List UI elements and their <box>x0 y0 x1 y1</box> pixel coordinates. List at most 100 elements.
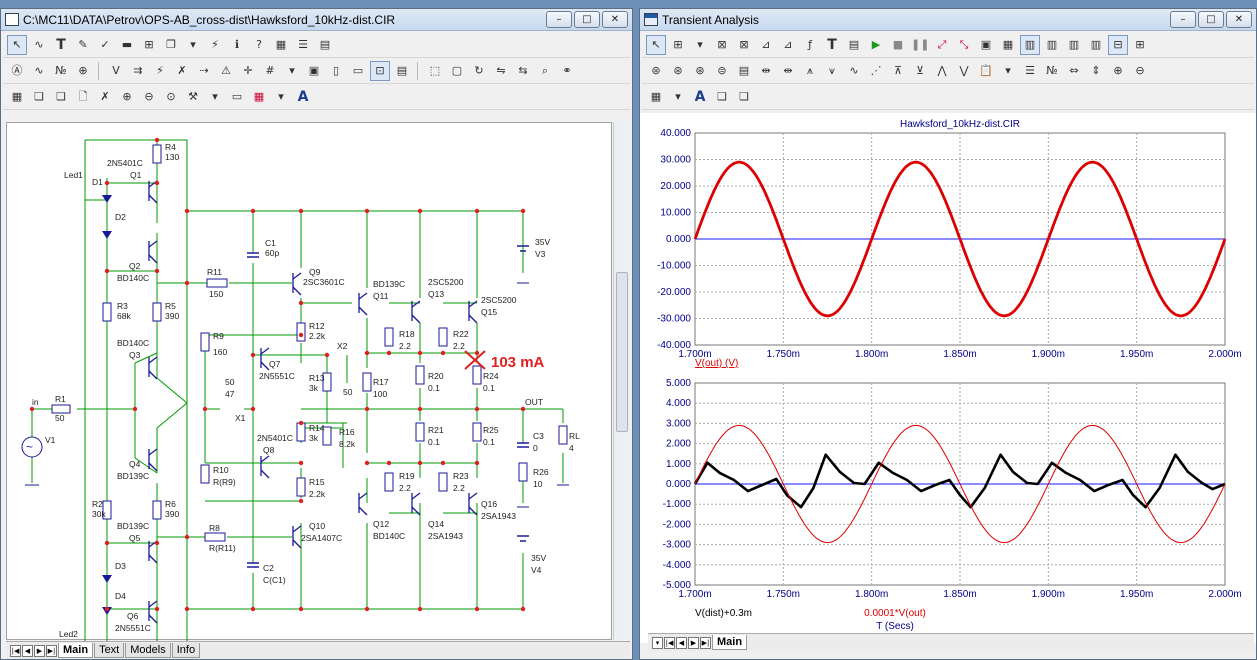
dropdown-icon[interactable]: ▾ <box>205 87 225 107</box>
inflection-icon[interactable]: ∿ <box>844 61 864 81</box>
tab-main[interactable]: Main <box>58 643 94 658</box>
border-icon[interactable]: ▣ <box>976 35 996 55</box>
close-button[interactable]: ✕ <box>1226 11 1252 28</box>
dropdown-icon[interactable]: ▾ <box>183 35 203 55</box>
select-arrow-icon[interactable]: ↖ <box>7 35 27 55</box>
grid-icon[interactable]: ▦ <box>271 35 291 55</box>
text-tool-icon[interactable]: T <box>822 35 842 55</box>
stack2-icon[interactable]: ❏ <box>734 87 754 107</box>
schematic-vertical-scrollbar[interactable] <box>613 122 629 640</box>
prev-page-button[interactable]: ◀ <box>22 644 33 657</box>
list-icon[interactable]: ☰ <box>293 35 313 55</box>
schematic-canvas[interactable]: ~ R4 130 2N5401C Q1 Led1 D1 D2 Q2 BD140C… <box>6 122 612 643</box>
cursor2-icon[interactable]: ⊿ <box>778 35 798 55</box>
info-icon[interactable]: ℹ <box>227 35 247 55</box>
node-numbers-icon[interactable]: № <box>51 61 71 81</box>
zoom-y-icon[interactable]: ⊛ <box>668 61 688 81</box>
zoom-in-icon[interactable]: ⊕ <box>1108 61 1128 81</box>
grid-icon[interactable]: ▦ <box>998 35 1018 55</box>
grid-dots-icon[interactable]: # <box>260 61 280 81</box>
layer-icon[interactable]: ▭ <box>227 87 247 107</box>
layout4-icon[interactable]: ▥ <box>1086 35 1106 55</box>
maximize-button[interactable]: □ <box>574 11 600 28</box>
first-page-button[interactable]: |◀ <box>10 644 21 657</box>
attr-a-icon[interactable]: Ⓐ <box>7 61 27 81</box>
current-icon[interactable]: ⇉ <box>128 61 148 81</box>
mirror-icon[interactable]: ⇋ <box>491 61 511 81</box>
calculator-icon[interactable]: ▦ <box>7 87 27 107</box>
zoom-xy-icon[interactable]: ⊛ <box>690 61 710 81</box>
run-icon[interactable]: ▶ <box>866 35 886 55</box>
slope-icon[interactable]: ⋰ <box>866 61 886 81</box>
flip-icon[interactable]: ⇆ <box>513 61 533 81</box>
tab-models[interactable]: Models <box>125 643 171 658</box>
page-icon[interactable]: ▯ <box>326 61 346 81</box>
zoom-x-icon[interactable]: ⊛ <box>646 61 666 81</box>
copy-icon[interactable]: ❐ <box>161 35 181 55</box>
properties-icon[interactable]: ▤ <box>844 35 864 55</box>
grid-dots-icon[interactable]: ⊞ <box>1130 35 1150 55</box>
bottom-icon[interactable]: ⋁ <box>954 61 974 81</box>
layout2-icon[interactable]: ▥ <box>1042 35 1062 55</box>
table-icon[interactable]: ▤ <box>734 61 754 81</box>
maximize-button[interactable]: □ <box>1198 11 1224 28</box>
calculator-icon[interactable]: ▦ <box>646 87 666 107</box>
fit-width-icon[interactable]: ⇔ <box>1064 61 1084 81</box>
dropdown-icon[interactable]: ▾ <box>652 636 663 649</box>
rotate-icon[interactable]: ↻ <box>469 61 489 81</box>
layout3-icon[interactable]: ▥ <box>1064 35 1084 55</box>
tab-info[interactable]: Info <box>171 643 201 658</box>
next-page-button[interactable]: ▶ <box>34 644 45 657</box>
layout-icon[interactable]: ▥ <box>1020 35 1040 55</box>
dropdown-icon[interactable]: ▾ <box>668 87 688 107</box>
fx-icon[interactable]: ƒ <box>800 35 820 55</box>
find-icon[interactable]: ⌕ <box>535 61 555 81</box>
border-icon[interactable]: ▣ <box>304 61 324 81</box>
top-icon[interactable]: ⋀ <box>932 61 952 81</box>
stepping-icon[interactable]: ⤢ <box>932 35 952 55</box>
component-icon[interactable]: ⊞ <box>668 35 688 55</box>
cursor-icon[interactable]: ⊿ <box>756 35 776 55</box>
prev-page-button[interactable]: ◀ <box>676 636 687 649</box>
power-icon[interactable]: ⚡ <box>150 61 170 81</box>
checkmark-icon[interactable]: ✓ <box>95 35 115 55</box>
plot-area[interactable]: 1.700m 1.750m 1.800m 1.850m 1.900m 1.950m 2.00… <box>640 113 1257 643</box>
next-page-button[interactable]: ▶ <box>688 636 699 649</box>
scale2-icon[interactable]: ⊠ <box>734 35 754 55</box>
properties-icon[interactable]: ▤ <box>315 35 335 55</box>
valley-icon[interactable]: ⇹ <box>778 61 798 81</box>
pause-icon[interactable]: ❚❚ <box>910 35 930 55</box>
list-icon[interactable]: ☰ <box>1020 61 1040 81</box>
last-page-button[interactable]: ▶| <box>700 636 711 649</box>
tab-text[interactable]: Text <box>94 643 125 658</box>
binoculars-icon[interactable]: ⚭ <box>557 61 577 81</box>
clipboard-icon[interactable]: 📋 <box>976 61 996 81</box>
stop-icon[interactable]: ■ <box>888 35 908 55</box>
first-page-button[interactable]: |◀ <box>664 636 675 649</box>
delete-page-icon[interactable]: ✗ <box>95 87 115 107</box>
global-high-icon[interactable]: ⊼ <box>888 61 908 81</box>
close-button[interactable]: ✕ <box>602 11 628 28</box>
crosshair-icon[interactable]: ✛ <box>238 61 258 81</box>
stack2-icon[interactable]: ❏ <box>51 87 71 107</box>
font-icon[interactable]: A <box>690 87 710 107</box>
stack-icon[interactable]: ❏ <box>712 87 732 107</box>
pins-icon[interactable]: ⇢ <box>194 61 214 81</box>
zoom-in-icon[interactable]: ⊕ <box>117 87 137 107</box>
voltage-icon[interactable]: V <box>106 61 126 81</box>
node-icon[interactable]: ⊕ <box>73 61 93 81</box>
fit-height-icon[interactable]: ⇕ <box>1086 61 1106 81</box>
attr-text-icon[interactable]: ∿ <box>29 61 49 81</box>
low-icon[interactable]: ⩛ <box>822 61 842 81</box>
tools-icon[interactable]: ⚒ <box>183 87 203 107</box>
box-select-icon[interactable]: ⬚ <box>425 61 445 81</box>
minimize-button[interactable]: – <box>1170 11 1196 28</box>
zoom-out-icon[interactable]: ⊖ <box>139 87 159 107</box>
zoom-fit-icon[interactable]: ⊜ <box>712 61 732 81</box>
new-page-icon[interactable]: 🗋 <box>73 87 93 107</box>
select-arrow-icon[interactable]: ↖ <box>646 35 666 55</box>
tab-main[interactable]: Main <box>712 635 748 650</box>
help-icon[interactable]: ? <box>249 35 269 55</box>
stack-icon[interactable]: ❏ <box>29 87 49 107</box>
dropdown-icon[interactable]: ▾ <box>271 87 291 107</box>
